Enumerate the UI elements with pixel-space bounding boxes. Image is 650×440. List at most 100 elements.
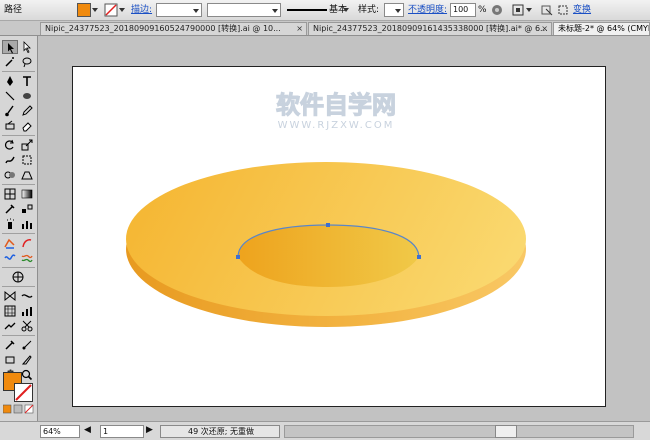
- eraser-icon: [22, 122, 32, 132]
- ellipse-tool[interactable]: [19, 89, 35, 103]
- status-message[interactable]: 49 次还原; 无重做: [160, 425, 280, 438]
- transform-label[interactable]: 变换: [573, 3, 591, 17]
- magic-wand-tool[interactable]: [2, 55, 18, 69]
- slice-tool[interactable]: [19, 251, 35, 265]
- hollow-arrow-icon: [23, 41, 31, 53]
- horizontal-scrollbar[interactable]: [284, 425, 634, 438]
- transform-icon[interactable]: [556, 3, 570, 17]
- paintbrush-tool[interactable]: [2, 104, 18, 118]
- scale-tool[interactable]: [19, 138, 35, 152]
- variable-width-select[interactable]: [207, 3, 281, 17]
- live-paint-selection-tool[interactable]: [19, 236, 35, 250]
- mesh-icon: [4, 188, 16, 200]
- tab-label: Nipic_24377523_20180909160524790000 [转换]…: [45, 24, 281, 33]
- chart-tool[interactable]: [19, 304, 35, 318]
- mesh-tool[interactable]: [2, 187, 18, 201]
- color-mode-buttons[interactable]: [2, 404, 34, 414]
- reshape-tool[interactable]: [2, 319, 18, 333]
- stroke-none-swatch[interactable]: [104, 3, 118, 17]
- gradient-tool[interactable]: [19, 187, 35, 201]
- width-tool[interactable]: [19, 289, 35, 303]
- graphic-style-select[interactable]: [384, 3, 404, 17]
- stroke-line-preview: [287, 3, 327, 17]
- eyedropper-icon: [5, 204, 15, 214]
- direct-selection-tool[interactable]: [19, 40, 35, 54]
- blend-measure-tool[interactable]: [19, 338, 35, 352]
- tab-document-1[interactable]: Nipic_24377523_20180909160524790000 [转换]…: [40, 22, 307, 35]
- opacity-unit: %: [478, 5, 487, 15]
- fill-color-swatch[interactable]: [77, 3, 91, 17]
- blob-brush-tool[interactable]: [2, 119, 18, 133]
- column-graph-tool[interactable]: [19, 217, 35, 231]
- artboard[interactable]: 软件自学网 WWW.RJZXW.COM: [72, 66, 606, 407]
- close-icon[interactable]: ×: [296, 23, 303, 35]
- selection-tool[interactable]: [2, 40, 18, 54]
- first-artboard-icon[interactable]: ◀: [84, 425, 98, 438]
- watermark-sub: WWW.RJZXW.COM: [278, 120, 395, 131]
- artboard-nav-tool[interactable]: [2, 289, 18, 303]
- crop-icon: [4, 254, 16, 260]
- recolor-icon[interactable]: [490, 3, 504, 17]
- rectangle-icon: [5, 356, 15, 364]
- blend-icon: [22, 204, 33, 213]
- opacity-input[interactable]: 100: [450, 3, 476, 17]
- blend-tool[interactable]: [19, 202, 35, 216]
- shape-builder-icon: [4, 171, 15, 179]
- rounded-rectangle-tool[interactable]: [19, 353, 35, 367]
- warp-tool[interactable]: [2, 153, 18, 167]
- scroll-thumb[interactable]: [495, 425, 517, 438]
- lasso-tool[interactable]: [19, 55, 35, 69]
- warp-icon: [5, 156, 15, 164]
- eyedropper-measure-tool[interactable]: [2, 338, 18, 352]
- anchor-point[interactable]: [236, 255, 240, 259]
- slice-knife-icon: [21, 355, 32, 365]
- anchor-point[interactable]: [417, 255, 421, 259]
- tab-document-3[interactable]: 未标题-2* @ 64% (CMYK/: [553, 22, 650, 35]
- canvas-area[interactable]: 软件自学网 WWW.RJZXW.COM: [38, 36, 650, 421]
- blob-brush-icon: [5, 120, 15, 130]
- pen-tool[interactable]: [2, 74, 18, 88]
- watermark-main: 软件自学网: [276, 91, 396, 119]
- anchor-point[interactable]: [326, 223, 330, 227]
- status-bar: 64% ◀ 1 ▶ 49 次还原; 无重做: [0, 421, 650, 440]
- zoom-icon: [21, 369, 33, 381]
- zoom-select[interactable]: 64%: [40, 425, 80, 438]
- stroke-weight-select[interactable]: [156, 3, 202, 17]
- pencil-icon: [22, 105, 33, 116]
- align-dropdown[interactable]: [526, 3, 534, 17]
- scissors-tool[interactable]: [19, 319, 35, 333]
- eyedropper-tool[interactable]: [2, 202, 18, 216]
- brush-dropdown[interactable]: [343, 3, 351, 17]
- isolate-icon[interactable]: [540, 3, 554, 17]
- rotate-icon: [5, 139, 14, 150]
- wand-icon: [5, 57, 14, 67]
- opacity-label[interactable]: 不透明度:: [408, 3, 447, 17]
- close-icon[interactable]: ×: [541, 23, 548, 35]
- knife-tool[interactable]: [2, 304, 18, 318]
- pencil-tool[interactable]: [19, 104, 35, 118]
- eraser-tool[interactable]: [19, 119, 35, 133]
- type-tool[interactable]: [19, 74, 35, 88]
- next-artboard-icon[interactable]: ▶: [146, 425, 156, 438]
- crop-tool[interactable]: [2, 251, 18, 265]
- artboard-tool[interactable]: [10, 270, 26, 284]
- live-paint-bucket-tool[interactable]: [2, 236, 18, 250]
- free-transform-tool[interactable]: [19, 153, 35, 167]
- symbol-sprayer-tool[interactable]: [2, 217, 18, 231]
- align-to-icon[interactable]: [511, 3, 525, 17]
- shape-builder-tool[interactable]: [2, 168, 18, 182]
- rotate-tool[interactable]: [2, 138, 18, 152]
- fill-dropdown[interactable]: [92, 3, 100, 17]
- stroke-swatch[interactable]: [14, 383, 33, 402]
- target-icon: [12, 271, 24, 283]
- line-segment-tool[interactable]: [2, 89, 18, 103]
- perspective-grid-tool[interactable]: [19, 168, 35, 182]
- rectangle-tool[interactable]: [2, 353, 18, 367]
- tab-document-2[interactable]: Nipic_24377523_20180909161435338000 [转换]…: [308, 22, 552, 35]
- plate-illustration[interactable]: 软件自学网 WWW.RJZXW.COM: [73, 67, 605, 406]
- artboard-select[interactable]: 1: [100, 425, 144, 438]
- stroke-label[interactable]: 描边:: [131, 3, 152, 17]
- dropper-icon: [5, 340, 15, 350]
- lasso-icon: [22, 57, 32, 68]
- stroke-dropdown[interactable]: [119, 3, 127, 17]
